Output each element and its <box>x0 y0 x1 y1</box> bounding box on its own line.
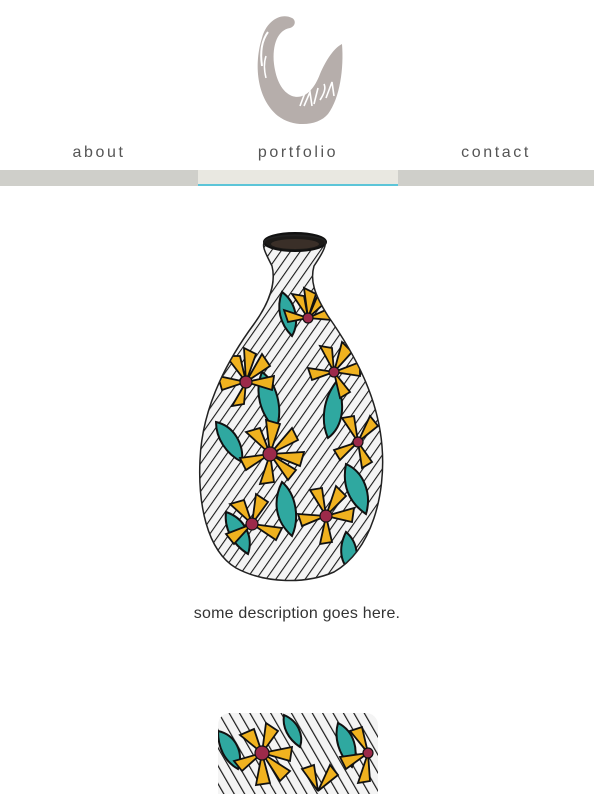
swan-logo-icon <box>257 16 343 125</box>
vase-thumbnail[interactable] <box>218 713 378 794</box>
nav-item-portfolio[interactable]: portfolio <box>198 140 398 186</box>
image-description: some description goes here. <box>193 605 401 622</box>
vase-image[interactable] <box>196 232 386 584</box>
nav-item-contact[interactable]: contact <box>398 140 594 186</box>
logo[interactable] <box>248 8 348 130</box>
nav-item-label: about <box>72 144 126 161</box>
main-navigation: about portfolio contact <box>0 140 594 186</box>
nav-item-about[interactable]: about <box>0 140 198 186</box>
nav-item-label: portfolio <box>257 144 339 161</box>
nav-bar-active <box>198 170 398 186</box>
nav-bar <box>398 170 594 186</box>
nav-bar <box>0 170 198 186</box>
nav-item-label: contact <box>461 144 531 161</box>
